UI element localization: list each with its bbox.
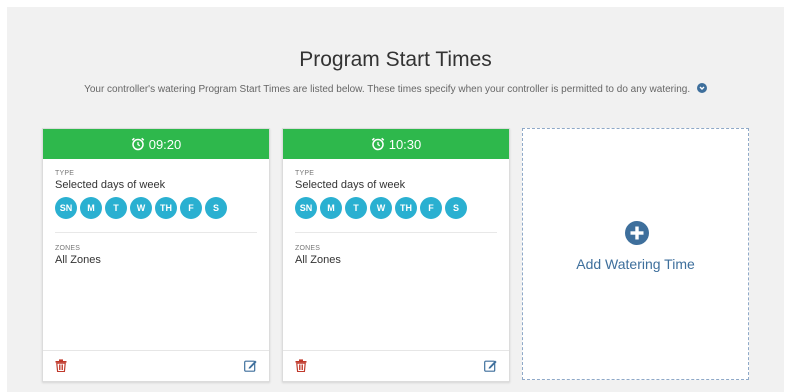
type-value: Selected days of week [295,179,406,191]
edit-icon[interactable] [244,359,257,372]
day-thursday[interactable]: TH [155,197,177,219]
subtitle-text: Your controller's watering Program Start… [84,84,691,95]
day-selector: SN M T W TH F S [55,197,257,219]
zones-label: ZONES [55,245,81,252]
page-subtitle: Your controller's watering Program Start… [0,83,791,95]
alarm-clock-icon [371,137,384,151]
day-selector: SN M T W TH F S [295,197,497,219]
edit-icon[interactable] [484,359,497,372]
info-circle-icon[interactable] [696,83,707,93]
day-sunday[interactable]: SN [295,197,317,219]
card-header: 09:20 [43,129,269,159]
card-header: 10:30 [283,129,509,159]
day-thursday[interactable]: TH [395,197,417,219]
type-label: TYPE [55,170,75,177]
divider [55,232,257,233]
trash-icon[interactable] [55,359,67,372]
start-time-card: 09:20 TYPE Selected days of week SN M T … [42,128,270,382]
zones-value: All Zones [295,254,341,266]
day-monday[interactable]: M [320,197,342,219]
zones-label: ZONES [295,245,321,252]
card-footer [43,350,269,381]
plus-circle-icon [625,221,649,245]
day-saturday[interactable]: S [205,197,227,219]
day-sunday[interactable]: SN [55,197,77,219]
start-time: 10:30 [388,136,422,152]
type-value: Selected days of week [55,179,166,191]
page-title: Program Start Times [299,48,492,71]
day-wednesday[interactable]: W [370,197,392,219]
start-time-card: 10:30 TYPE Selected days of week SN M T … [282,128,510,382]
day-monday[interactable]: M [80,197,102,219]
alarm-clock-icon [131,137,144,151]
day-wednesday[interactable]: W [130,197,152,219]
zones-value: All Zones [55,254,101,266]
card-footer [283,350,509,381]
day-tuesday[interactable]: T [105,197,127,219]
add-watering-time-button[interactable]: Add Watering Time [522,128,749,380]
add-watering-time-label: Add Watering Time [576,256,695,272]
start-time: 09:20 [148,136,182,152]
type-label: TYPE [295,170,315,177]
divider [295,232,497,233]
trash-icon[interactable] [295,359,307,372]
day-saturday[interactable]: S [445,197,467,219]
day-tuesday[interactable]: T [345,197,367,219]
day-friday[interactable]: F [180,197,202,219]
day-friday[interactable]: F [420,197,442,219]
